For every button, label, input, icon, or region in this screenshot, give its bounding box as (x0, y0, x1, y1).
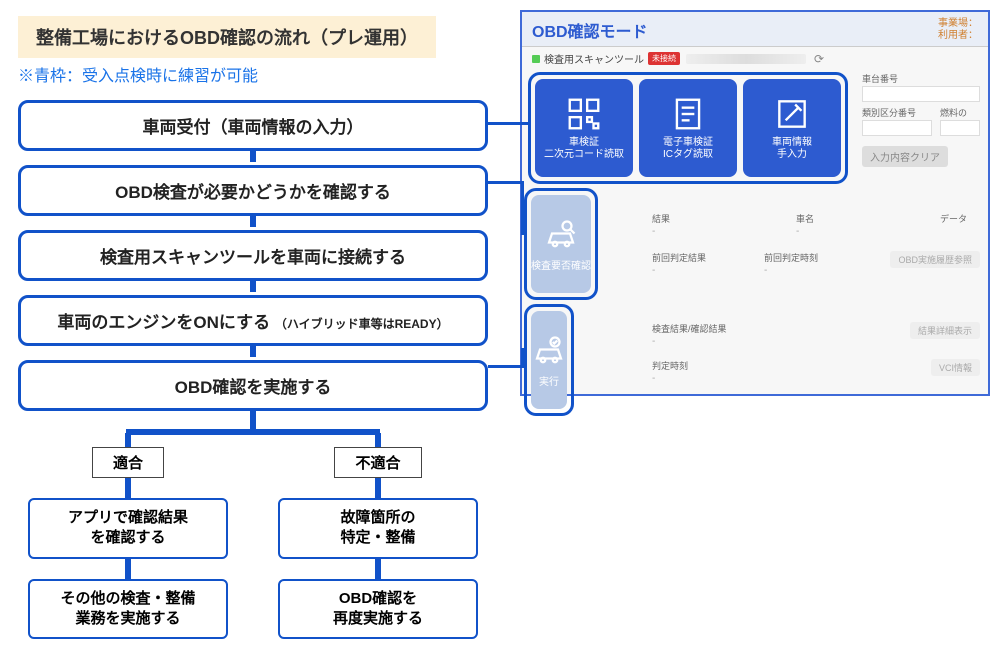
connector (125, 478, 131, 498)
scan-tool-status: 検査用スキャンツール 未接続 ⟳ (522, 47, 988, 70)
app-user-labels: 事業場： 利用者： (938, 18, 978, 42)
connector-line (488, 122, 528, 125)
card-title: 車両情報 (772, 137, 812, 148)
connector (250, 148, 256, 162)
status-dot-icon (532, 55, 540, 63)
field-label: 検査結果/確認結果 (652, 322, 872, 335)
card-check-required[interactable]: 検査要否確認 (531, 195, 591, 293)
card-qr-read[interactable]: 車検証二次元コード読取 (535, 79, 633, 177)
card-title: 車検証 (569, 137, 599, 148)
fail-step-2: OBD確認を 再度実施する (278, 579, 478, 640)
connector (125, 433, 131, 447)
connector (250, 343, 256, 357)
card-subtitle: ICタグ読取 (663, 149, 713, 160)
pass-step-1: アプリで確認結果 を確認する (28, 498, 228, 559)
field-label: 判定時刻 (652, 359, 872, 372)
pass-step-2: その他の検査・整備 業務を実施する (28, 579, 228, 640)
obd-history-button[interactable]: OBD実施履歴参照 (890, 251, 980, 268)
chassis-input[interactable] (862, 86, 980, 102)
card-run[interactable]: 実行 (531, 311, 567, 409)
field-value: - (652, 334, 655, 349)
connector (125, 559, 131, 579)
field-label: 燃料の (940, 106, 980, 119)
card-subtitle: 手入力 (777, 149, 807, 160)
field-value: - (652, 371, 655, 386)
branch-label-pass: 適合 (92, 447, 164, 478)
connector (375, 433, 381, 447)
clear-input-button[interactable]: 入力内容クリア (862, 146, 948, 167)
document-icon (669, 95, 707, 133)
card-subtitle: 二次元コード読取 (544, 149, 624, 160)
field-label: 車台番号 (862, 72, 980, 85)
qr-icon (565, 95, 603, 133)
field-label: 類別区分番号 (862, 106, 932, 119)
check-card-highlight: 検査要否確認 (524, 188, 598, 300)
field-label: 車名 (796, 212, 932, 225)
card-title: 実行 (539, 373, 559, 388)
obd-app-screenshot: OBD確認モード 事業場： 利用者： 検査用スキャンツール 未接続 ⟳ 車検証二… (520, 10, 990, 396)
fuel-input[interactable] (940, 120, 980, 136)
connector-line (488, 181, 524, 184)
branch-fail: 不適合 故障箇所の 特定・整備 OBD確認を 再度実施する (268, 433, 488, 639)
card-title: 検査要否確認 (531, 257, 591, 272)
scan-tool-label: 検査用スキャンツール (544, 51, 644, 66)
refresh-icon[interactable]: ⟳ (814, 52, 824, 66)
diagram-note: ※青枠：受入点検時に練習が可能 (18, 62, 258, 86)
connector (375, 559, 381, 579)
card-title: 電子車検証 (663, 137, 713, 148)
status-badge: 未接続 (648, 52, 680, 65)
field-value: - (652, 224, 655, 239)
flowchart: 車両受付（車両情報の入力） OBD検査が必要かどうかを確認する 検査用スキャンツ… (18, 100, 488, 639)
connector (250, 278, 256, 292)
step-check-need: OBD検査が必要かどうかを確認する (18, 165, 488, 216)
connector-line (488, 365, 524, 368)
card-ic-read[interactable]: 電子車検証ICタグ読取 (639, 79, 737, 177)
step-vehicle-reception: 車両受付（車両情報の入力） (18, 100, 488, 151)
car-check-icon (531, 333, 567, 369)
final-result-fields: 検査結果/確認結果- 結果詳細表示 判定時刻- VCI情報 (652, 322, 980, 388)
field-label: 前回判定結果 (652, 251, 756, 264)
step-sublabel: （ハイブリッド車等はREADY） (275, 317, 449, 331)
field-value: - (652, 263, 655, 278)
fail-step-1: 故障箇所の 特定・整備 (278, 498, 478, 559)
show-result-button[interactable]: 結果詳細表示 (910, 322, 980, 339)
office-label: 事業場： (938, 18, 978, 29)
class-input[interactable] (862, 120, 932, 136)
step-engine-on: 車両のエンジンをONにする （ハイブリッド車等はREADY） (18, 295, 488, 346)
user-label: 利用者： (938, 30, 978, 41)
field-label: 結果 (652, 212, 788, 225)
check-result-fields: 結果- 車名- データ 前回判定結果- 前回判定時刻- OBD実施履歴参照 (652, 212, 980, 280)
run-card-highlight: 実行 (524, 304, 574, 416)
connector (375, 478, 381, 498)
card-manual-input[interactable]: 車両情報手入力 (743, 79, 841, 177)
step-run-obd: OBD確認を実施する (18, 360, 488, 411)
field-label: データ (940, 212, 980, 225)
step-connect-tool: 検査用スキャンツールを車両に接続する (18, 230, 488, 281)
step-label: 車両のエンジンをONにする (57, 313, 270, 332)
branch-label-fail: 不適合 (334, 447, 421, 478)
vehicle-info-cards-group: 車検証二次元コード読取 電子車検証ICタグ読取 車両情報手入力 (528, 72, 848, 184)
field-label: 前回判定時刻 (764, 251, 868, 264)
edit-icon (773, 95, 811, 133)
branch-split: 適合 アプリで確認結果 を確認する その他の検査・整備 業務を実施する 不適合 … (18, 433, 488, 639)
blurred-text (686, 54, 806, 64)
app-title: OBD確認モード (532, 18, 648, 42)
connector (250, 213, 256, 227)
app-header: OBD確認モード 事業場： 利用者： (522, 12, 988, 47)
vci-info-button[interactable]: VCI情報 (931, 359, 980, 376)
vehicle-fields: 車台番号 類別区分番号 燃料の 入力内容クリア (862, 72, 980, 167)
connector (250, 408, 256, 430)
branch-pass: 適合 アプリで確認結果 を確認する その他の検査・整備 業務を実施する (18, 433, 238, 639)
field-value: - (764, 263, 767, 278)
diagram-title: 整備工場におけるOBD確認の流れ（プレ運用） (18, 16, 436, 58)
field-value: - (796, 224, 799, 239)
car-search-icon (543, 217, 579, 253)
